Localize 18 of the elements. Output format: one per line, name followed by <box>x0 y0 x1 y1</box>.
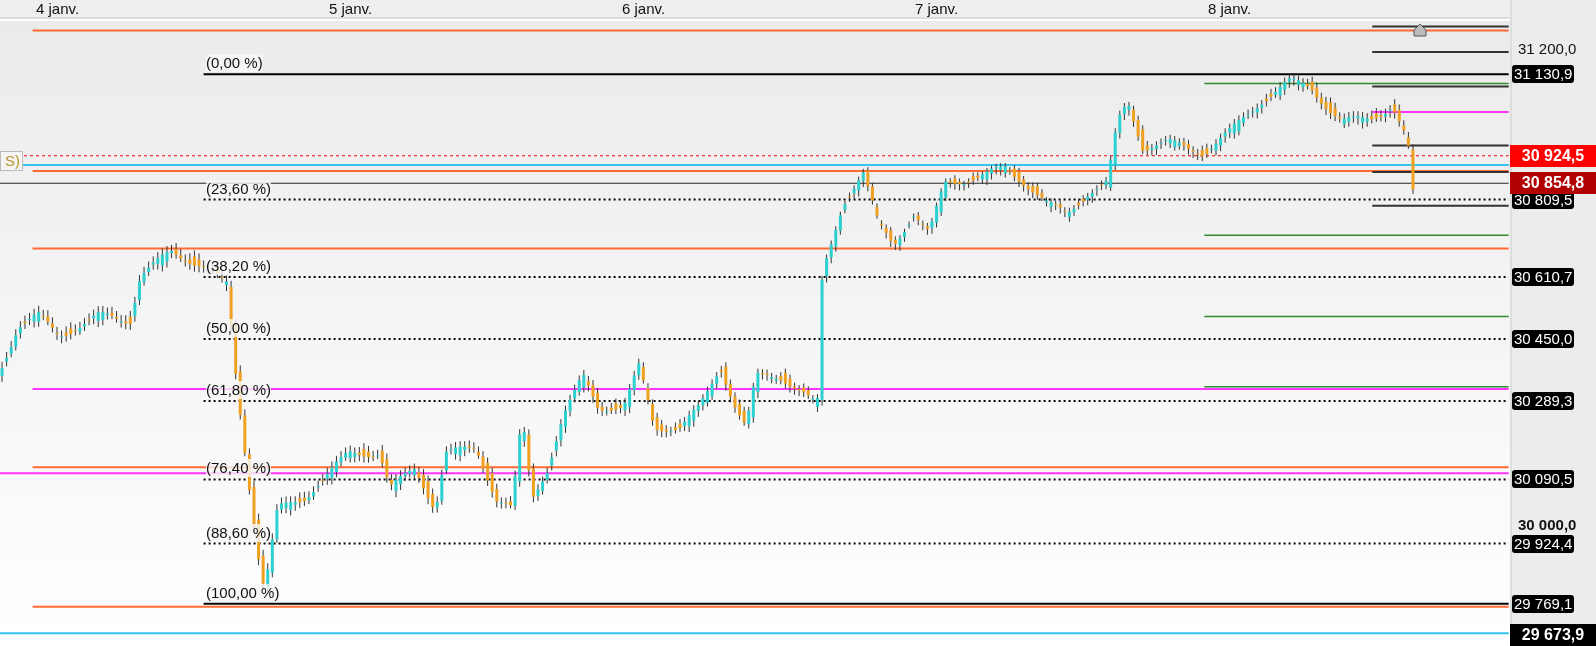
fibonacci-level-label: (0,00 %) <box>206 54 263 73</box>
price-tag: 30 924,5 <box>1510 144 1596 167</box>
date-label: 5 janv. <box>329 0 373 18</box>
date-label: 6 janv. <box>622 0 666 18</box>
date-label: 8 janv. <box>1208 0 1252 18</box>
marker-icon[interactable] <box>1413 23 1427 37</box>
fibonacci-level-label: (76,40 %) <box>206 459 272 478</box>
fibonacci-level-label: (61,80 %) <box>206 381 272 400</box>
date-label: 4 janv. <box>36 0 80 18</box>
price-label: 31 130,9 <box>1512 65 1575 84</box>
date-label: 7 janv. <box>915 0 959 18</box>
clipped-label: S) <box>0 151 23 171</box>
axis-label: 30 000,0 <box>1518 516 1577 535</box>
price-tag: 29 673,9 <box>1510 624 1596 646</box>
price-label: 30 289,3 <box>1512 392 1575 411</box>
price-tag: 30 854,8 <box>1510 172 1596 195</box>
price-label: 30 090,5 <box>1512 470 1575 489</box>
axis-label: 31 200,0 <box>1518 39 1577 58</box>
